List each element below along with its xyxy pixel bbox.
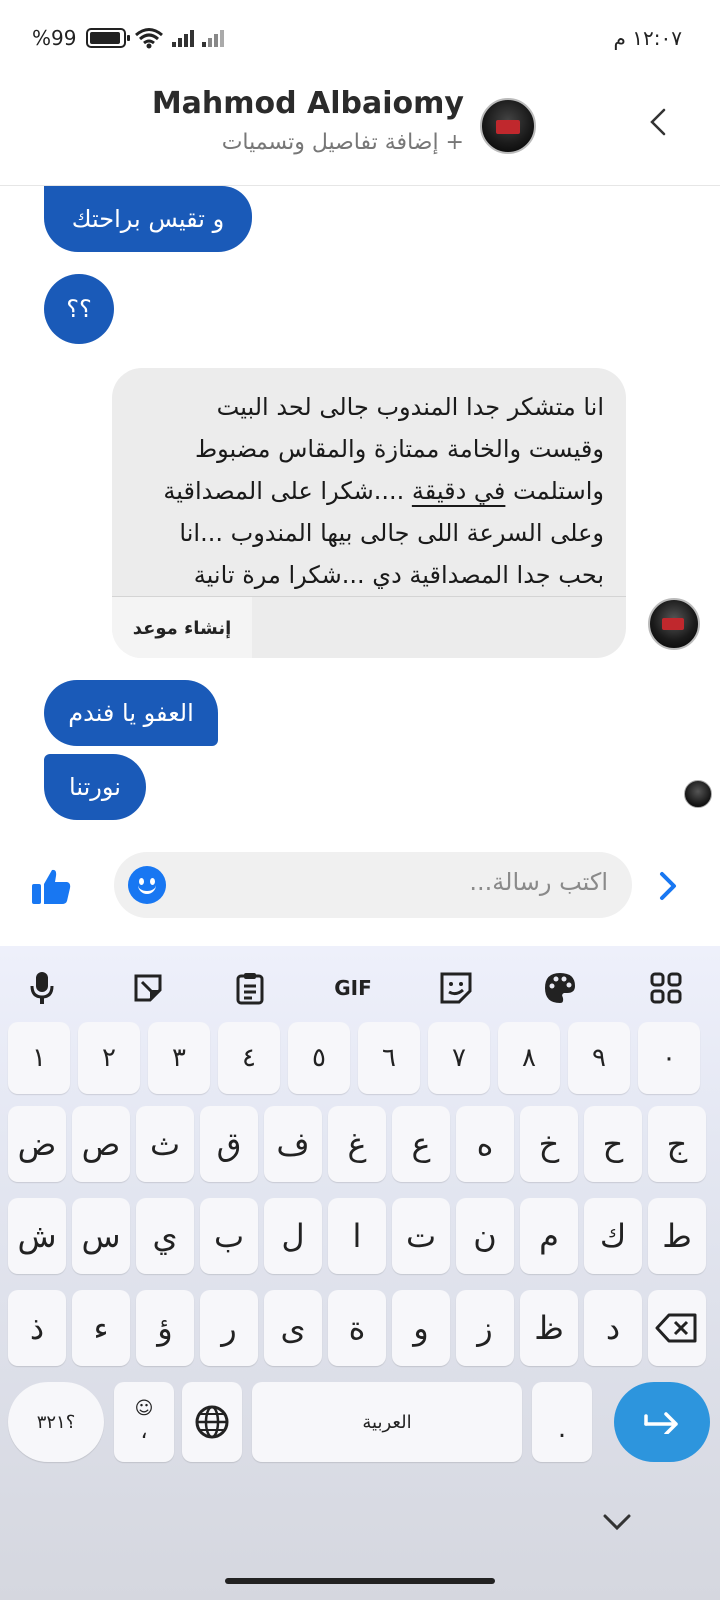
key-letter[interactable]: ل: [264, 1198, 322, 1274]
battery-percent: %99: [32, 26, 77, 50]
key-letter[interactable]: ذ: [8, 1290, 66, 1366]
key-letter[interactable]: ت: [392, 1198, 450, 1274]
keyboard-hide-chevron-icon[interactable]: [602, 1510, 632, 1534]
key-letter[interactable]: خ: [520, 1106, 578, 1182]
key-number[interactable]: ٢: [78, 1022, 140, 1094]
key-letter[interactable]: ق: [200, 1106, 258, 1182]
clipboard-icon[interactable]: [228, 966, 272, 1010]
key-letter[interactable]: ك: [584, 1198, 642, 1274]
key-number[interactable]: ٣: [148, 1022, 210, 1094]
keyboard: GIF ١ ٢ ٣ ٤ ٥ ٦ ٧ ٨ ٩ ٠ ض ص ث ق ف غ ع ه …: [0, 946, 720, 1600]
mic-icon[interactable]: [20, 966, 64, 1010]
key-letter[interactable]: ى: [264, 1290, 322, 1366]
key-letter[interactable]: ر: [200, 1290, 258, 1366]
wifi-icon: [135, 28, 164, 49]
space-key[interactable]: العربية: [252, 1382, 522, 1462]
period-key[interactable]: .: [532, 1382, 592, 1462]
key-letter[interactable]: و: [392, 1290, 450, 1366]
key-number[interactable]: ٤: [218, 1022, 280, 1094]
language-key[interactable]: [182, 1382, 242, 1462]
key-letter[interactable]: ج: [648, 1106, 706, 1182]
comma-label: ،: [140, 1419, 148, 1444]
backspace-icon: [655, 1313, 697, 1343]
status-bar: %99 ١٢:٠٧ م: [0, 0, 720, 76]
back-button[interactable]: [638, 102, 678, 142]
key-number[interactable]: ٥: [288, 1022, 350, 1094]
key-number[interactable]: ١: [8, 1022, 70, 1094]
contact-avatar[interactable]: [480, 98, 536, 154]
key-letter[interactable]: ؤ: [136, 1290, 194, 1366]
seen-receipt-avatar: [684, 780, 712, 808]
key-letter[interactable]: ص: [72, 1106, 130, 1182]
key-letter[interactable]: ه: [456, 1106, 514, 1182]
key-letter[interactable]: ظ: [520, 1290, 578, 1366]
contact-name[interactable]: Mahmod Albaiomy: [152, 86, 464, 121]
key-letter[interactable]: ش: [8, 1198, 66, 1274]
battery-icon: [86, 28, 131, 48]
key-letter[interactable]: ن: [456, 1198, 514, 1274]
key-number[interactable]: ٩: [568, 1022, 630, 1094]
outgoing-message[interactable]: العفو يا فندم: [44, 680, 218, 746]
status-time: ١٢:٠٧ م: [613, 26, 682, 50]
create-appointment-button[interactable]: إنشاء موعد: [112, 597, 252, 658]
symbols-key[interactable]: ؟٣٢١: [8, 1382, 104, 1462]
key-letter[interactable]: ب: [200, 1198, 258, 1274]
home-indicator[interactable]: [225, 1578, 495, 1584]
chevron-left-icon: [650, 108, 666, 136]
key-number[interactable]: ٨: [498, 1022, 560, 1094]
enter-key[interactable]: [614, 1382, 710, 1462]
palette-icon[interactable]: [538, 966, 582, 1010]
message-input[interactable]: اكتب رسالة...: [114, 852, 632, 918]
smiley-icon: ☺: [134, 1398, 154, 1419]
sender-avatar[interactable]: [648, 598, 700, 650]
incoming-message[interactable]: انا متشكر جدا المندوب جالى لحد البيت وقي…: [112, 368, 626, 658]
outgoing-message[interactable]: نورتنا: [44, 754, 146, 820]
underlined-phrase[interactable]: في دقيقة: [412, 477, 506, 505]
key-letter[interactable]: ا: [328, 1198, 386, 1274]
key-number[interactable]: ٠: [638, 1022, 700, 1094]
incoming-message-text: انا متشكر جدا المندوب جالى لحد البيت وقي…: [134, 386, 604, 596]
key-letter[interactable]: ض: [8, 1106, 66, 1182]
message-action-bar: إنشاء موعد: [112, 596, 626, 658]
key-letter[interactable]: غ: [328, 1106, 386, 1182]
emoji-icon[interactable]: [128, 866, 166, 904]
message-list[interactable]: و تقيس براحتك ؟؟ انا متشكر جدا المندوب ج…: [0, 186, 720, 840]
message-placeholder: اكتب رسالة...: [469, 868, 608, 896]
key-letter[interactable]: ف: [264, 1106, 322, 1182]
key-number[interactable]: ٧: [428, 1022, 490, 1094]
apps-grid-icon[interactable]: [644, 966, 688, 1010]
backspace-key[interactable]: [648, 1290, 706, 1366]
add-details-link[interactable]: + إضافة تفاصيل وتسميات: [222, 130, 464, 155]
chat-header: Mahmod Albaiomy + إضافة تفاصيل وتسميات: [0, 76, 720, 186]
key-number[interactable]: ٦: [358, 1022, 420, 1094]
thumbs-up-icon[interactable]: [30, 866, 72, 908]
status-left: %99: [32, 26, 225, 50]
key-letter[interactable]: ز: [456, 1290, 514, 1366]
signal-icon-2: [202, 29, 225, 47]
chevron-right-icon[interactable]: [654, 868, 684, 904]
key-letter[interactable]: م: [520, 1198, 578, 1274]
enter-arrow-icon: [644, 1412, 678, 1434]
key-letter[interactable]: د: [584, 1290, 642, 1366]
key-letter[interactable]: ي: [136, 1198, 194, 1274]
gif-button[interactable]: GIF: [330, 966, 376, 1010]
key-letter[interactable]: س: [72, 1198, 130, 1274]
outgoing-message[interactable]: و تقيس براحتك: [44, 186, 252, 252]
key-letter[interactable]: ث: [136, 1106, 194, 1182]
sticker-edit-icon[interactable]: [126, 966, 170, 1010]
key-letter[interactable]: ء: [72, 1290, 130, 1366]
key-letter[interactable]: ط: [648, 1198, 706, 1274]
outgoing-message[interactable]: ؟؟: [44, 274, 114, 344]
globe-icon: [195, 1405, 229, 1439]
signal-icon: [172, 29, 195, 47]
key-letter[interactable]: ع: [392, 1106, 450, 1182]
key-letter[interactable]: ة: [328, 1290, 386, 1366]
key-letter[interactable]: ح: [584, 1106, 642, 1182]
emoji-sticker-icon[interactable]: [434, 966, 478, 1010]
keyboard-toolbar: GIF: [0, 956, 720, 1018]
emoji-comma-key[interactable]: ☺ ،: [114, 1382, 174, 1462]
message-composer: اكتب رسالة...: [0, 840, 720, 946]
